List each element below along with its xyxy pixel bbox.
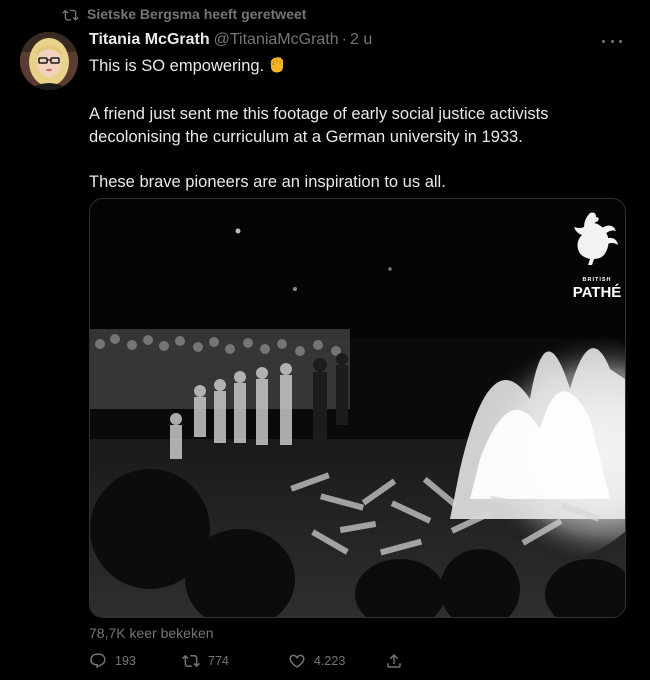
share-button[interactable] [385, 652, 411, 670]
tweet-text: This is SO empowering. A friend just sen… [89, 55, 609, 194]
retweet-label: Sietske Bergsma heeft geretweet [87, 6, 307, 22]
like-count: 4.223 [314, 654, 346, 668]
retweet-header[interactable]: Sietske Bergsma heeft geretweet [62, 6, 306, 22]
avatar[interactable] [20, 32, 78, 90]
watermark-brand: PATHÉ [573, 284, 622, 301]
tweet-actions: 193 774 4.223 [89, 650, 419, 672]
video-media[interactable]: BRITISH PATHÉ [89, 198, 626, 618]
author-name[interactable]: Titania McGrath [89, 31, 210, 49]
watermark-small: BRITISH [583, 277, 612, 283]
retweet-icon [62, 9, 79, 21]
tweet[interactable]: Sietske Bergsma heeft geretweet Titania … [0, 0, 650, 680]
retweet-count: 774 [208, 654, 229, 668]
tweet-header: Titania McGrath @TitaniaMcGrath · 2 u [89, 31, 372, 49]
author-handle[interactable]: @TitaniaMcGrath [214, 31, 339, 49]
heart-icon [289, 654, 305, 668]
share-icon [387, 653, 401, 668]
tweet-line-1-text: This is SO empowering. [89, 57, 265, 75]
view-count: 78,7K keer bekeken [89, 625, 214, 641]
tweet-line-2: A friend just sent me this footage of ea… [89, 105, 549, 146]
retweet-icon [182, 654, 200, 668]
tweet-time[interactable]: 2 u [350, 31, 372, 49]
retweet-button[interactable]: 774 [182, 652, 229, 670]
like-button[interactable]: 4.223 [288, 652, 345, 670]
tweet-line-3: These brave pioneers are an inspiration … [89, 173, 446, 191]
raised-fist-emoji [268, 55, 285, 81]
reply-icon [90, 653, 106, 669]
reply-count: 193 [115, 654, 136, 668]
header-separator: · [341, 31, 347, 48]
tweet-line-1: This is SO empowering. [89, 55, 609, 81]
more-horizontal-icon[interactable] [602, 34, 622, 48]
reply-button[interactable]: 193 [89, 652, 136, 670]
